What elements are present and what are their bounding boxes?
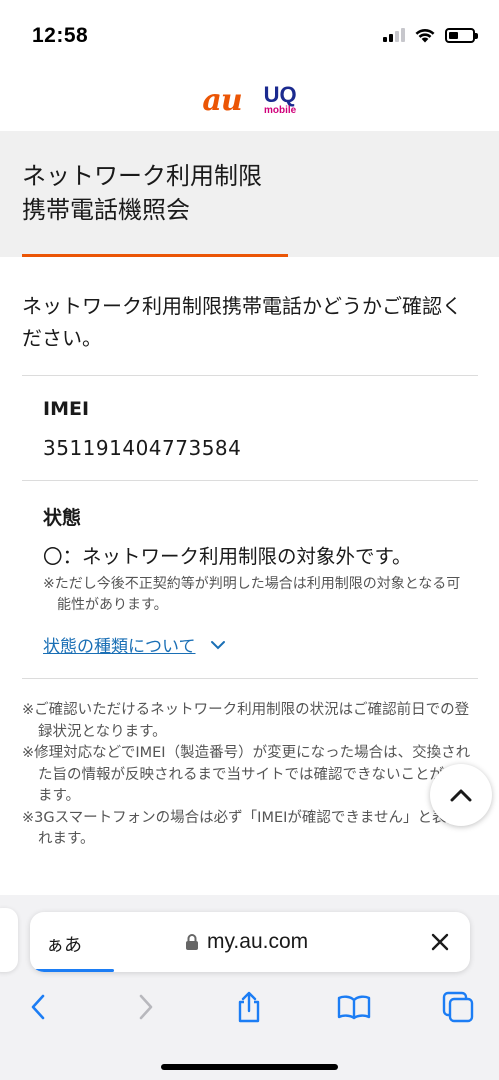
intro-text: ネットワーク利用制限携帯電話かどうかご確認ください。 bbox=[22, 294, 462, 350]
page-title-line1: ネットワーク利用制限 bbox=[22, 162, 262, 190]
footnote: ※修理対応などでIMEI（製造番号）が変更になった場合は、交換された旨の情報が反… bbox=[22, 745, 473, 804]
url-display[interactable]: my.au.com bbox=[185, 930, 308, 954]
status-label: 状態 bbox=[43, 507, 82, 529]
uq-logo-text: UQ bbox=[263, 82, 297, 107]
battery-icon bbox=[445, 27, 478, 43]
wifi-icon bbox=[415, 28, 435, 43]
previous-tab-peek[interactable] bbox=[0, 908, 18, 972]
brand-logos: au UQ mobile bbox=[0, 80, 499, 120]
status-types-link[interactable]: 状態の種類について bbox=[43, 632, 226, 657]
back-button[interactable] bbox=[18, 989, 58, 1025]
status-types-link-label: 状態の種類について bbox=[43, 637, 196, 657]
stop-loading-button[interactable] bbox=[426, 928, 454, 956]
chevron-down-icon bbox=[210, 640, 225, 649]
divider bbox=[22, 375, 478, 376]
url-text: my.au.com bbox=[207, 930, 309, 953]
forward-icon bbox=[139, 994, 153, 1020]
status-time: 12:58 bbox=[32, 24, 89, 47]
back-icon bbox=[31, 994, 45, 1020]
bookmarks-button[interactable] bbox=[334, 989, 374, 1025]
status-icons bbox=[383, 27, 478, 43]
tabs-button[interactable] bbox=[438, 989, 478, 1025]
browser-toolbar bbox=[0, 985, 499, 1029]
footnote: ※3Gスマートフォンの場合は必ず「IMEIが確認できません」と表記されます。 bbox=[22, 809, 476, 848]
share-button[interactable] bbox=[229, 989, 269, 1025]
address-bar[interactable]: ぁあ my.au.com bbox=[30, 912, 470, 972]
bookmarks-icon bbox=[337, 995, 371, 1020]
status-bar: 12:58 bbox=[0, 0, 499, 72]
divider bbox=[22, 678, 478, 679]
status-note: ※ただし今後不正契約等が判明した場合は利用制限の対象となる可能性があります。 bbox=[43, 576, 461, 613]
page-header: ネットワーク利用制限 携帯電話機照会 bbox=[0, 131, 499, 257]
share-icon bbox=[238, 991, 260, 1023]
close-icon bbox=[431, 933, 449, 951]
page-title-line2: 携帯電話機照会 bbox=[22, 196, 190, 224]
imei-value: 351191404773584 bbox=[43, 436, 242, 460]
divider bbox=[22, 480, 478, 481]
cellular-signal-icon bbox=[383, 28, 405, 42]
page-load-progress bbox=[30, 969, 114, 972]
page-settings-button[interactable]: ぁあ bbox=[46, 931, 82, 957]
uq-logo-subtext: mobile bbox=[264, 105, 297, 116]
imei-label: IMEI bbox=[43, 398, 90, 420]
status-result: 〇：ネットワーク利用制限の対象外です。 bbox=[43, 545, 412, 568]
home-indicator bbox=[161, 1064, 338, 1070]
chevron-up-icon bbox=[450, 789, 472, 802]
scroll-to-top-button[interactable] bbox=[430, 764, 492, 826]
au-logo: au bbox=[202, 82, 242, 118]
uq-mobile-logo: UQ mobile bbox=[264, 84, 297, 116]
page-title: ネットワーク利用制限 携帯電話機照会 bbox=[22, 159, 262, 227]
footnote: ※ご確認いただけるネットワーク利用制限の状況はご確認前日での登録状況となります。 bbox=[22, 702, 470, 740]
title-underline bbox=[22, 254, 288, 257]
footnotes: ※ご確認いただけるネットワーク利用制限の状況はご確認前日での登録状況となります。… bbox=[22, 700, 478, 851]
forward-button[interactable] bbox=[126, 989, 166, 1025]
tabs-icon bbox=[442, 991, 474, 1023]
lock-icon bbox=[186, 934, 198, 950]
